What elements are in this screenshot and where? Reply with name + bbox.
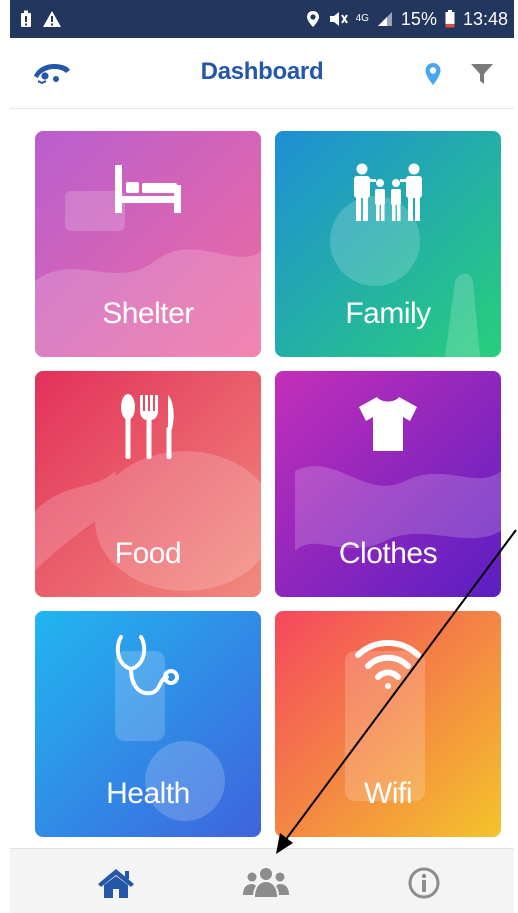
tile-label: Family xyxy=(345,297,431,330)
screenshot-border-left xyxy=(0,0,10,912)
warning-icon xyxy=(42,10,62,28)
tile-label: Shelter xyxy=(102,297,194,330)
tile-health[interactable]: Health xyxy=(35,611,261,837)
tile-food[interactable]: Food xyxy=(35,371,261,597)
filter-icon[interactable] xyxy=(470,62,494,91)
network-type-label: 4G xyxy=(355,13,369,24)
stethoscope-icon xyxy=(35,633,261,703)
family-icon xyxy=(275,163,501,223)
tile-wifi[interactable]: Wifi xyxy=(275,611,501,837)
signal-icon xyxy=(377,11,393,27)
info-icon[interactable] xyxy=(408,867,440,904)
clock: 13:48 xyxy=(462,8,508,29)
tile-clothes[interactable]: Clothes xyxy=(275,371,501,597)
tile-family[interactable]: Family xyxy=(275,131,501,357)
cutlery-icon xyxy=(35,393,261,461)
bottom-navigation xyxy=(10,848,514,913)
tile-shelter[interactable]: Shelter xyxy=(35,131,261,357)
mute-icon xyxy=(328,10,348,28)
app-header: Dashboard xyxy=(10,38,514,109)
home-icon[interactable] xyxy=(96,867,136,904)
screenshot-border-right xyxy=(514,0,518,912)
tile-label: Food xyxy=(114,537,182,570)
wifi-icon xyxy=(275,637,501,693)
tile-label: Clothes xyxy=(338,537,438,570)
location-icon xyxy=(306,10,320,28)
tile-label: Wifi xyxy=(364,777,412,810)
people-icon[interactable] xyxy=(242,867,290,904)
map-pin-icon[interactable] xyxy=(424,62,442,91)
tile-label: Health xyxy=(106,777,190,810)
battery-percent: 15% xyxy=(400,8,437,29)
tshirt-icon xyxy=(275,395,501,453)
battery-alert-icon xyxy=(20,10,32,28)
bed-icon xyxy=(35,163,261,215)
battery-icon xyxy=(445,10,455,28)
status-bar: 4G 15% 13:48 xyxy=(10,0,514,38)
